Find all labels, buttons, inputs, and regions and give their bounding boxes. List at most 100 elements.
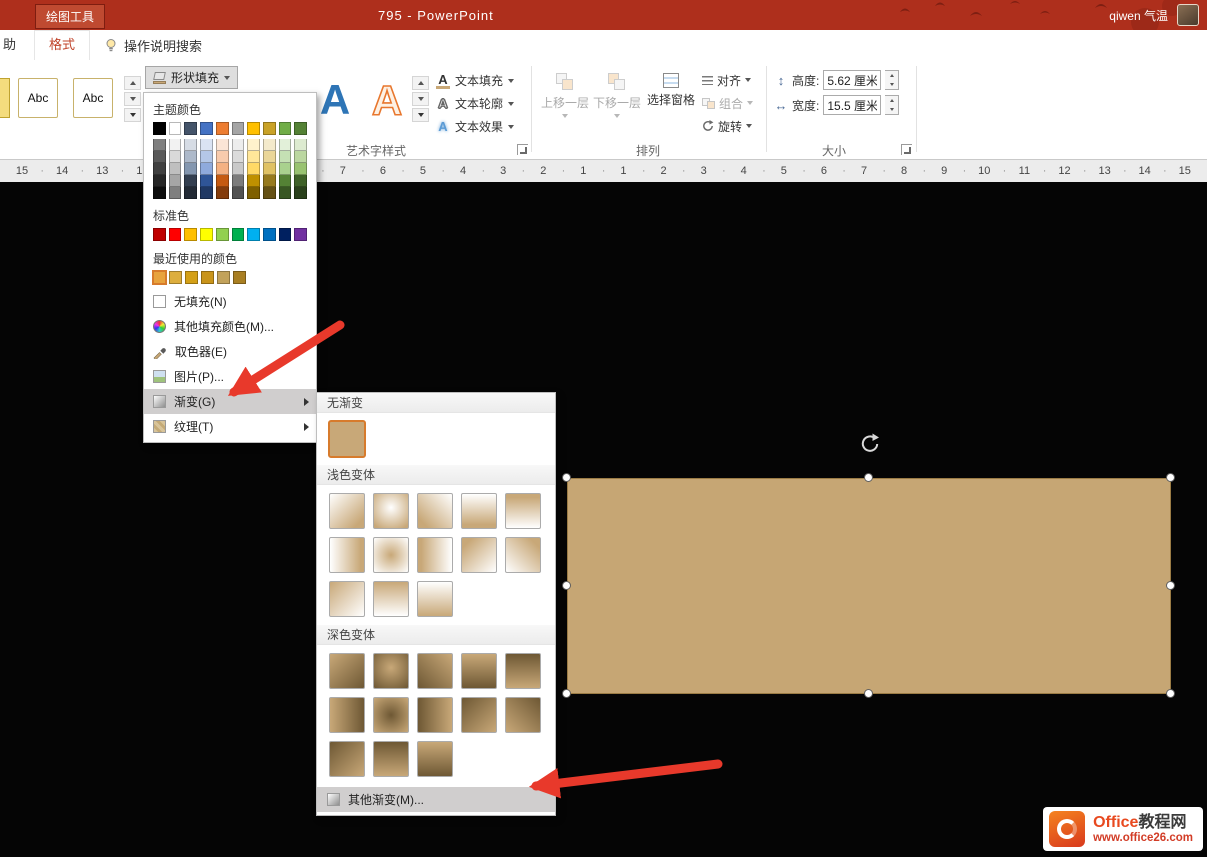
light-gradient-swatch[interactable]	[461, 493, 497, 529]
dark-gradient-swatch[interactable]	[329, 697, 365, 733]
tab-format[interactable]: 格式	[34, 30, 90, 60]
align-button[interactable]: 对齐	[702, 70, 766, 90]
standard-color-swatch[interactable]	[232, 228, 245, 241]
theme-shade-swatch[interactable]	[294, 139, 307, 151]
gallery-scroll-up-button[interactable]	[412, 76, 429, 90]
theme-shade-swatch[interactable]	[153, 187, 166, 199]
theme-color-swatch[interactable]	[216, 122, 229, 135]
theme-shade-swatch[interactable]	[279, 175, 292, 187]
standard-color-swatch[interactable]	[184, 228, 197, 241]
recent-color-swatch[interactable]	[185, 271, 198, 284]
theme-color-swatch[interactable]	[184, 122, 197, 135]
theme-color-swatch[interactable]	[200, 122, 213, 135]
dark-gradient-swatch[interactable]	[329, 741, 365, 777]
light-gradient-swatch[interactable]	[505, 493, 541, 529]
theme-shade-swatch[interactable]	[279, 163, 292, 175]
theme-shade-swatch[interactable]	[294, 187, 307, 199]
recent-color-swatch[interactable]	[153, 271, 166, 284]
theme-shade-swatch[interactable]	[200, 163, 213, 175]
theme-color-swatch[interactable]	[232, 122, 245, 135]
shape-style-gallery-item[interactable]: Abc	[18, 78, 58, 118]
menu-item-more-fill-colors[interactable]: 其他填充颜色(M)...	[144, 314, 316, 339]
resize-handle-top-middle[interactable]	[864, 473, 873, 482]
theme-shade-swatch[interactable]	[200, 187, 213, 199]
shape-fill-button[interactable]: 形状填充	[145, 66, 238, 89]
account-user-name[interactable]: qiwen 气温	[1109, 7, 1168, 24]
recent-color-swatch[interactable]	[201, 271, 214, 284]
theme-shade-swatch[interactable]	[200, 151, 213, 163]
theme-shade-swatch[interactable]	[263, 163, 276, 175]
light-gradient-swatch[interactable]	[373, 537, 409, 573]
theme-shade-swatch[interactable]	[232, 187, 245, 199]
spin-down-icon[interactable]	[885, 105, 898, 114]
height-spinner[interactable]	[885, 70, 899, 90]
light-gradient-swatch[interactable]	[417, 493, 453, 529]
selection-pane-button[interactable]: 选择窗格	[646, 68, 696, 138]
dark-gradient-swatch[interactable]	[461, 697, 497, 733]
theme-shade-swatch[interactable]	[247, 163, 260, 175]
contextual-tab-drawing-tools[interactable]: 绘图工具	[35, 4, 105, 29]
resize-handle-bottom-middle[interactable]	[864, 689, 873, 698]
light-gradient-swatch[interactable]	[417, 537, 453, 573]
wordart-dialog-launcher[interactable]	[517, 144, 528, 155]
tab-help-partial[interactable]: 助	[3, 30, 16, 60]
recent-color-swatch[interactable]	[217, 271, 230, 284]
theme-shade-swatch[interactable]	[232, 151, 245, 163]
text-fill-button[interactable]: A 文本填充	[436, 70, 514, 91]
theme-shade-swatch[interactable]	[247, 187, 260, 199]
theme-shade-swatch[interactable]	[153, 175, 166, 187]
menu-item-picture[interactable]: 图片(P)...	[144, 364, 316, 389]
theme-shade-swatch[interactable]	[200, 139, 213, 151]
theme-shade-swatch[interactable]	[263, 187, 276, 199]
recent-color-swatch[interactable]	[233, 271, 246, 284]
menu-item-eyedropper[interactable]: 取色器(E)	[144, 339, 316, 364]
resize-handle-top-left[interactable]	[562, 473, 571, 482]
shape-style-gallery-item[interactable]: Abc	[73, 78, 113, 118]
theme-shade-swatch[interactable]	[184, 139, 197, 151]
light-gradient-swatch[interactable]	[505, 537, 541, 573]
resize-handle-bottom-left[interactable]	[562, 689, 571, 698]
rotate-button[interactable]: 旋转	[702, 116, 766, 136]
theme-shade-swatch[interactable]	[184, 163, 197, 175]
theme-shade-swatch[interactable]	[184, 151, 197, 163]
no-gradient-swatch[interactable]	[329, 421, 365, 457]
theme-color-swatch[interactable]	[169, 122, 182, 135]
resize-handle-top-right[interactable]	[1166, 473, 1175, 482]
theme-shade-swatch[interactable]	[279, 151, 292, 163]
standard-color-swatch[interactable]	[200, 228, 213, 241]
standard-color-swatch[interactable]	[247, 228, 260, 241]
theme-color-swatch[interactable]	[263, 122, 276, 135]
theme-shade-swatch[interactable]	[216, 163, 229, 175]
theme-shade-swatch[interactable]	[153, 151, 166, 163]
dark-gradient-swatch[interactable]	[373, 653, 409, 689]
theme-shade-swatch[interactable]	[169, 163, 182, 175]
theme-color-swatch[interactable]	[294, 122, 307, 135]
theme-shade-swatch[interactable]	[184, 187, 197, 199]
resize-handle-bottom-right[interactable]	[1166, 689, 1175, 698]
theme-color-swatch[interactable]	[153, 122, 166, 135]
theme-shade-swatch[interactable]	[153, 139, 166, 151]
tell-me-search[interactable]: 操作说明搜索	[104, 30, 202, 60]
standard-color-swatch[interactable]	[294, 228, 307, 241]
theme-shade-swatch[interactable]	[279, 187, 292, 199]
theme-shade-swatch[interactable]	[169, 139, 182, 151]
text-outline-button[interactable]: A 文本轮廓	[436, 93, 514, 114]
shape-style-gallery-item-partial[interactable]	[0, 78, 10, 118]
light-gradient-swatch[interactable]	[373, 581, 409, 617]
standard-color-swatch[interactable]	[263, 228, 276, 241]
dark-gradient-swatch[interactable]	[417, 697, 453, 733]
recent-color-swatch[interactable]	[169, 271, 182, 284]
theme-shade-swatch[interactable]	[294, 151, 307, 163]
standard-color-swatch[interactable]	[279, 228, 292, 241]
rotate-handle-icon[interactable]	[859, 433, 881, 455]
theme-shade-swatch[interactable]	[232, 163, 245, 175]
gallery-more-button[interactable]	[124, 108, 141, 122]
theme-color-swatch[interactable]	[247, 122, 260, 135]
theme-shade-swatch[interactable]	[216, 187, 229, 199]
dark-gradient-swatch[interactable]	[417, 741, 453, 777]
theme-shade-swatch[interactable]	[216, 139, 229, 151]
resize-handle-middle-left[interactable]	[562, 581, 571, 590]
spin-down-icon[interactable]	[885, 80, 898, 89]
theme-shade-swatch[interactable]	[232, 139, 245, 151]
theme-shade-swatch[interactable]	[169, 151, 182, 163]
